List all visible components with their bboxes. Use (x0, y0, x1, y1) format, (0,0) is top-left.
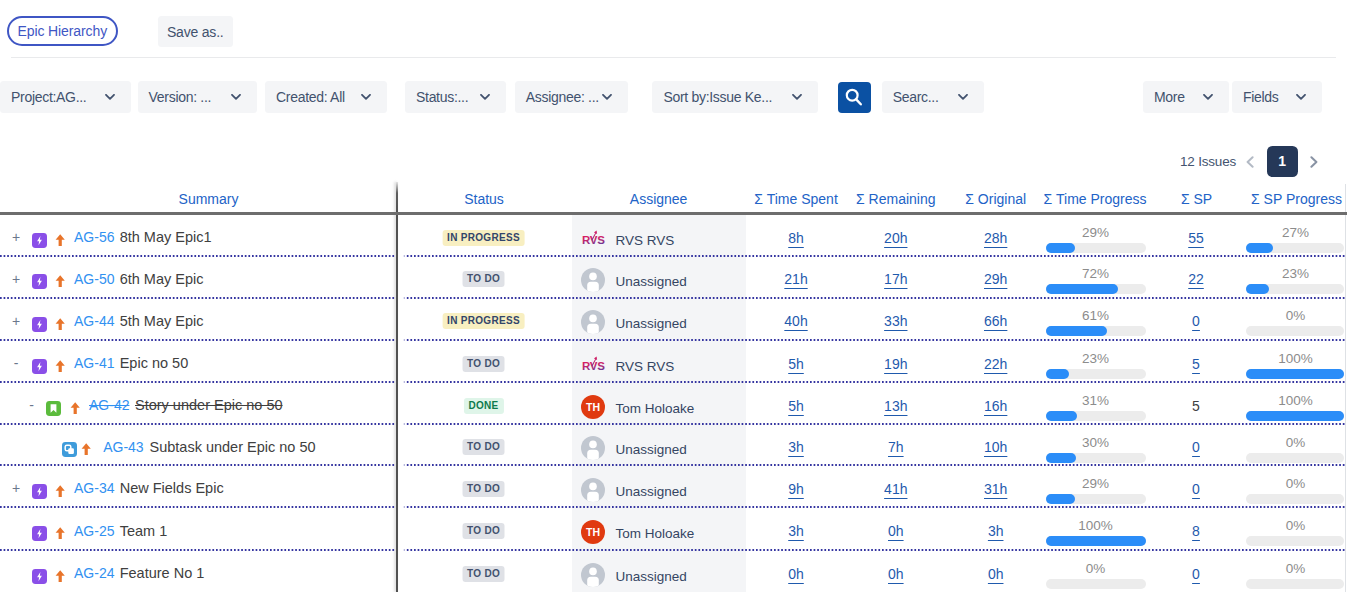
svg-text:RVS: RVS (582, 360, 605, 372)
svg-text:RVS: RVS (582, 234, 605, 246)
